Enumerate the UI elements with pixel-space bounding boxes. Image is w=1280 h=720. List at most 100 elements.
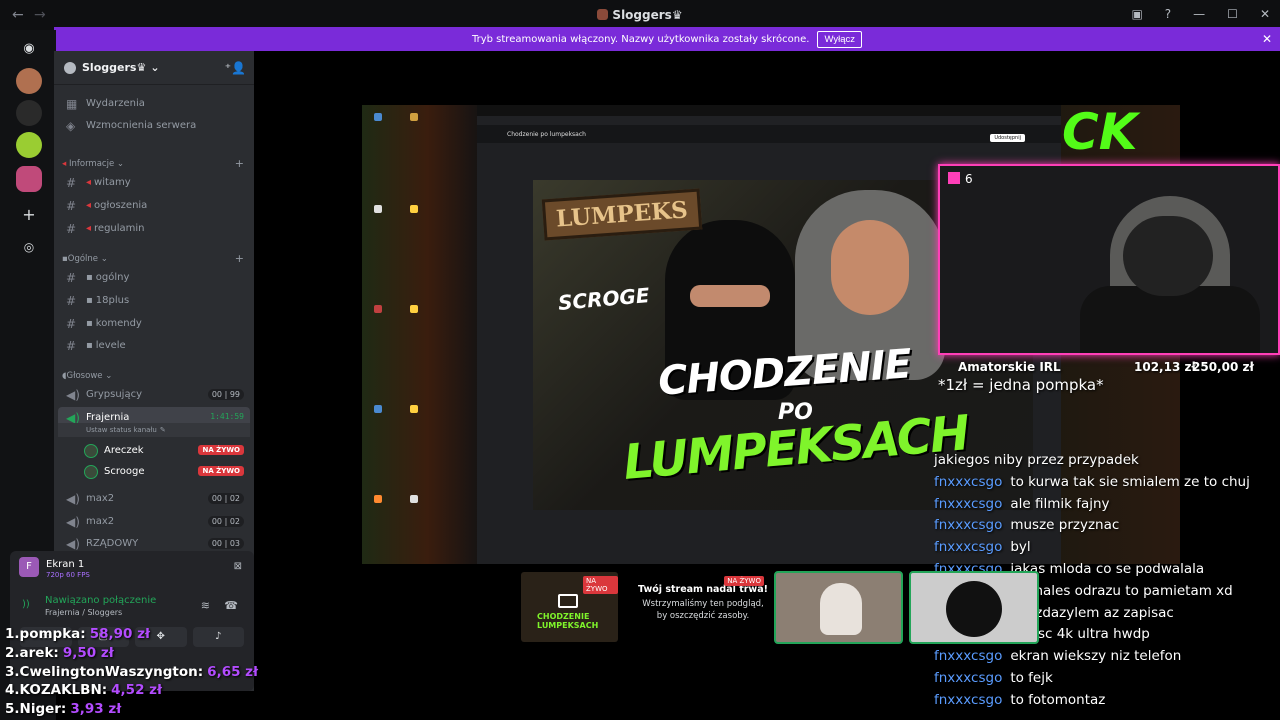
participant-tile[interactable] — [909, 571, 1039, 644]
hash-icon: # — [66, 293, 77, 308]
voice-channel-max2[interactable]: ◀) max2 00 | 02 — [58, 488, 250, 509]
speaker-icon: ◀) — [66, 491, 80, 506]
chat-message: fnxxxcsgo byl — [934, 539, 1280, 561]
chat-text: to fejk — [1010, 669, 1053, 686]
category-voice[interactable]: ◖Głosowe ⌄ — [62, 371, 112, 381]
chat-username[interactable]: fnxxxcsgo — [934, 496, 1002, 512]
help-icon[interactable]: ? — [1165, 7, 1171, 21]
maximize-icon[interactable]: ☐ — [1227, 7, 1238, 21]
chat-message: fnxxxcsgo ale filmik fajny — [934, 496, 1280, 518]
server-header[interactable]: Sloggers ♛ ⌄ ⁺👤 — [54, 51, 254, 85]
sidebar-item-events[interactable]: ▦ Wydarzenia — [58, 93, 250, 114]
app-window: ← → Sloggers♛ ▣ ? — ☐ ✕ Tryb streamowani… — [0, 0, 1280, 720]
invite-people-icon[interactable]: ⁺👤 — [225, 61, 246, 75]
desktop-icon[interactable] — [410, 113, 418, 121]
inbox-icon[interactable]: ▣ — [1131, 7, 1142, 21]
desktop-icon[interactable] — [374, 205, 382, 213]
chat-username[interactable]: fnxxxcsgo — [934, 692, 1002, 708]
voice-channel-max2-2[interactable]: ◀) max2 00 | 02 — [58, 511, 250, 532]
minimize-icon[interactable]: — — [1193, 7, 1205, 21]
chat-username[interactable]: fnxxxcsgo — [934, 474, 1002, 490]
window-title: Sloggers♛ — [0, 8, 1280, 22]
server-icon-sloggers[interactable] — [16, 68, 42, 94]
server-icon-2[interactable] — [16, 100, 42, 126]
live-badge: NA ŻYWO — [724, 576, 764, 586]
leaderboard-name: pompka: — [19, 626, 86, 642]
add-server-icon[interactable]: + — [16, 202, 42, 228]
desktop-icon[interactable] — [410, 495, 418, 503]
desktop-icon[interactable] — [374, 305, 382, 313]
desktop-icon[interactable] — [374, 405, 382, 413]
channel-ogolny[interactable]: # ▪ ogólny — [58, 267, 250, 288]
voice-member-areczek[interactable]: Areczek NA ŻYWO — [58, 440, 250, 461]
chat-text: ekran wiekszy niz telefon — [1010, 648, 1182, 665]
desktop-icon[interactable] — [410, 405, 418, 413]
add-channel-icon[interactable]: + — [235, 157, 244, 170]
channel-18plus[interactable]: # ▪ 18plus — [58, 290, 250, 311]
close-icon[interactable]: ✕ — [1262, 32, 1272, 46]
leaderboard-row: 1.pompka: 58,90 zł — [5, 626, 258, 645]
channel-status-prompt[interactable]: Ustaw status kanału ✎ — [58, 423, 250, 437]
stop-stream-icon[interactable]: ⊠ — [234, 561, 242, 572]
close-window-icon[interactable]: ✕ — [1260, 7, 1270, 21]
server-icon-3[interactable] — [16, 132, 42, 158]
desktop-icon[interactable] — [374, 113, 382, 121]
goal-name: Amatorskie IRL — [958, 360, 1061, 374]
desktop-icon[interactable] — [410, 205, 418, 213]
streamer-mask — [1123, 216, 1213, 296]
pencil-icon: ✎ — [159, 426, 166, 434]
desktop-icon[interactable] — [410, 305, 418, 313]
leaderboard-amount: 4,52 zł — [111, 682, 163, 699]
screen-share-icon: F — [19, 557, 39, 577]
hash-icon: # — [66, 198, 77, 213]
desktop-icon[interactable] — [374, 495, 382, 503]
disable-streamer-mode-button[interactable]: Wyłącz — [817, 30, 862, 48]
server-folder-icon[interactable] — [16, 166, 42, 192]
disconnect-icon[interactable]: ☎ — [224, 599, 238, 612]
chat-username[interactable]: fnxxxcsgo — [934, 648, 1002, 664]
category-info[interactable]: ◂ Informacje ⌄ — [62, 159, 124, 169]
chat-username[interactable]: fnxxxcsgo — [934, 517, 1002, 533]
user-limit-badge: 00 | 02 — [207, 516, 244, 527]
speaker-icon: ◀) — [66, 387, 80, 402]
leaderboard-amount: 58,90 zł — [89, 626, 150, 642]
browser-tabs[interactable] — [477, 105, 1061, 116]
chat-text: jakas mloda co se podwalala — [1010, 560, 1205, 577]
connection-status[interactable]: Nawiązano połączenie — [45, 595, 156, 606]
goal-target: 250,00 zł — [1192, 360, 1254, 374]
category-general[interactable]: ▪Ogólne ⌄ — [62, 254, 108, 264]
voice-channel-grypsujacy[interactable]: ◀) Grypsujący 00 | 99 — [58, 384, 250, 405]
chat-text: to kurwa tak sie smialem ze to chuj — [1010, 473, 1250, 490]
signal-icon: )) — [22, 599, 30, 610]
channel-ogloszenia[interactable]: # ◂ ogłoszenia — [58, 195, 250, 216]
viewer-count: 6 — [948, 172, 973, 186]
discover-icon[interactable]: ◎ — [16, 234, 42, 260]
channel-levele[interactable]: # ▪ levele — [58, 335, 250, 356]
leaderboard-name: arek: — [19, 644, 59, 661]
speaker-icon: ◀) — [66, 514, 80, 529]
streamer-mode-banner: Tryb streamowania włączony. Nazwy użytko… — [54, 27, 1280, 51]
address-bar[interactable] — [477, 116, 1061, 125]
channel-komendy[interactable]: # ▪ komendy — [58, 313, 250, 334]
channel-witamy[interactable]: # ◂ witamy — [58, 172, 250, 193]
paused-preview: NA ŻYWO Twój stream nadal trwa! Wstrzyma… — [636, 576, 770, 622]
add-channel-icon[interactable]: + — [235, 252, 244, 265]
leaderboard-name: CwelingtonWaszyngton: — [19, 663, 204, 680]
noise-suppression-icon[interactable]: ≋ — [201, 599, 210, 612]
chat-username[interactable]: fnxxxcsgo — [934, 670, 1002, 686]
speaker-icon: ◀) — [66, 536, 80, 551]
pushup-rule: *1zł = jedna pompka* — [938, 376, 1104, 394]
stream-preview-tile[interactable]: NA ŻYWO CHODZENIE LUMPEKSACH — [521, 572, 618, 642]
leaderboard-row: 5.Niger: 3,93 zł — [5, 701, 258, 720]
chat-text: musze przyznac — [1010, 517, 1120, 534]
chat-username[interactable]: fnxxxcsgo — [934, 539, 1002, 555]
sidebar-item-boosts[interactable]: ◈ Wzmocnienia serwera — [58, 115, 250, 136]
desktop-icons — [362, 105, 476, 564]
discord-home-icon[interactable]: ◉ — [16, 36, 42, 62]
title-bar: ← → Sloggers♛ ▣ ? — ☐ ✕ — [0, 0, 1280, 30]
server-avatar-icon — [597, 9, 609, 20]
channel-regulamin[interactable]: # ◂ regulamin — [58, 218, 250, 239]
participant-tile[interactable] — [774, 571, 903, 644]
voice-member-scrooge[interactable]: Scrooge NA ŻYWO — [58, 461, 250, 482]
share-button[interactable]: Udostępnij — [990, 134, 1025, 142]
